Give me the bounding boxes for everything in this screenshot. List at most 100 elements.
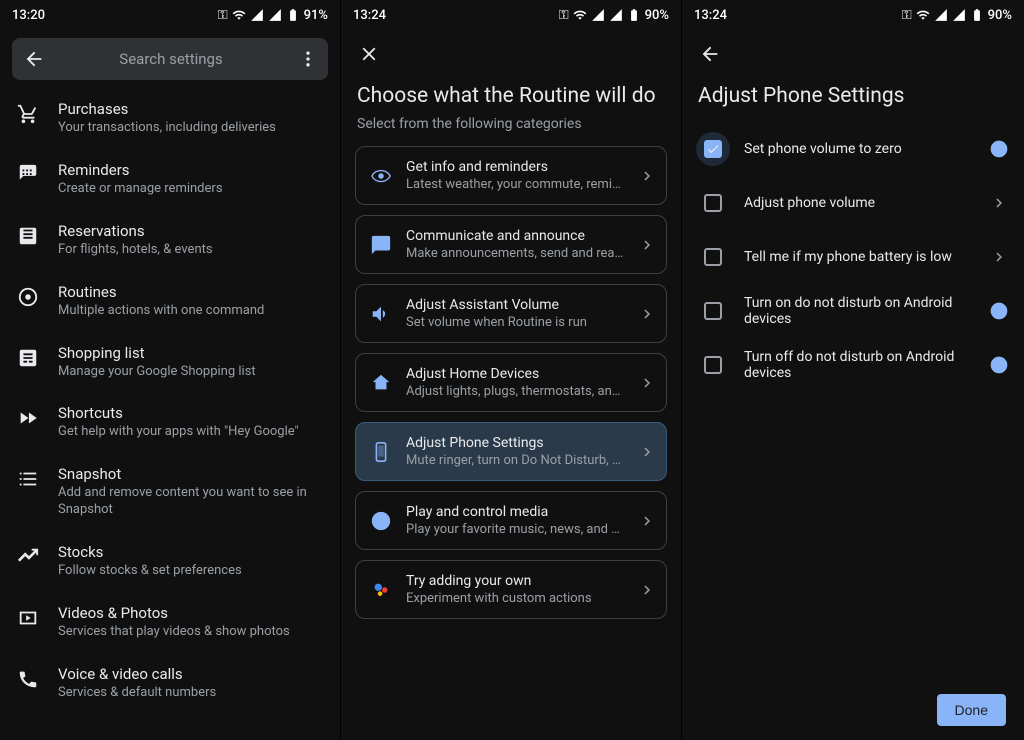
chevron-right-icon [638, 167, 656, 185]
settings-item-sub: Add and remove content you want to see i… [58, 485, 324, 519]
option-row[interactable]: Set phone volume to zero [682, 122, 1024, 176]
settings-list: Purchases Your transactions, including de… [0, 88, 340, 714]
battery-text: 90% [988, 8, 1012, 23]
checkbox[interactable] [704, 356, 722, 374]
card-title: Try adding your own [406, 573, 626, 589]
chevron-right-icon [638, 512, 656, 530]
category-card-get-info-and-reminders[interactable]: Get info and remindersLatest weather, yo… [355, 146, 667, 205]
broadcast-icon [368, 163, 394, 189]
category-card-try-adding-your-own[interactable]: Try adding your ownExperiment with custo… [355, 560, 667, 619]
checkbox[interactable] [704, 140, 722, 158]
battery-text: 90% [645, 8, 669, 23]
info-icon[interactable] [988, 138, 1010, 160]
search-placeholder: Search settings [48, 50, 294, 68]
search-settings-bar[interactable]: Search settings [12, 38, 328, 80]
routines-icon [16, 285, 40, 309]
chevron-right-icon [988, 246, 1010, 268]
card-sub: Make announcements, send and read … [406, 246, 626, 261]
settings-item-shortcuts[interactable]: ShortcutsGet help with your apps with "H… [0, 392, 340, 453]
card-title: Adjust Home Devices [406, 366, 626, 382]
settings-item-title: Videos & Photos [58, 604, 324, 622]
signal-icon-2 [268, 8, 282, 22]
info-icon[interactable] [988, 354, 1010, 376]
card-sub: Mute ringer, turn on Do Not Disturb, a… [406, 453, 626, 468]
done-button[interactable]: Done [937, 694, 1006, 726]
card-title: Get info and reminders [406, 159, 626, 175]
vpn-key-icon: ⚿ [218, 8, 228, 23]
settings-item-title: Purchases [58, 100, 324, 118]
wifi-icon [916, 8, 930, 22]
statusbar: 13:20 ⚿ 91% [0, 0, 340, 30]
settings-item-shopping-list[interactable]: Shopping list Manage your Google Shopping… [0, 332, 340, 393]
checkbox-wrap[interactable] [696, 186, 730, 220]
option-label: Tell me if my phone battery is low [744, 249, 974, 265]
settings-item-title: Reminders [58, 161, 324, 179]
page-title: Choose what the Routine will do [341, 74, 681, 112]
signal-icon-2 [609, 8, 623, 22]
settings-item-snapshot[interactable]: SnapshotAdd and remove content you want … [0, 453, 340, 531]
option-row[interactable]: Tell me if my phone battery is low [682, 230, 1024, 284]
option-row[interactable]: Turn on do not disturb on Android device… [682, 284, 1024, 338]
close-icon[interactable] [355, 40, 383, 68]
settings-item-reservations[interactable]: ReservationsFor flights, hotels, & event… [0, 210, 340, 271]
category-card-communicate-and-announce[interactable]: Communicate and announceMake announcemen… [355, 215, 667, 274]
option-label: Adjust phone volume [744, 195, 974, 211]
option-row[interactable]: Turn off do not disturb on Android devic… [682, 338, 1024, 392]
chat-icon [368, 232, 394, 258]
routine-categories-pane: 13:24 ⚿ 90% Choose what the Routine will… [341, 0, 682, 740]
checkbox-wrap[interactable] [696, 132, 730, 166]
settings-item-voice-video-calls[interactable]: Voice & video callsServices & default nu… [0, 653, 340, 714]
category-cards: Get info and remindersLatest weather, yo… [341, 146, 681, 619]
status-time: 13:20 [12, 8, 45, 23]
back-icon[interactable] [20, 48, 48, 70]
card-sub: Set volume when Routine is run [406, 315, 626, 330]
vpn-key-icon: ⚿ [902, 8, 912, 23]
settings-item-routines[interactable]: RoutinesMultiple actions with one comman… [0, 271, 340, 332]
home-icon [368, 370, 394, 396]
status-icons: ⚿ 90% [902, 8, 1012, 23]
chevron-right-icon [638, 581, 656, 599]
snapshot-icon [16, 467, 40, 491]
settings-item-sub: Services & default numbers [58, 685, 324, 702]
adjust-phone-settings-pane: 13:24 ⚿ 90% Adjust Phone Settings Set ph… [682, 0, 1024, 740]
settings-item-sub: Multiple actions with one command [58, 303, 324, 320]
card-title: Play and control media [406, 504, 626, 520]
category-card-adjust-assistant-volume[interactable]: Adjust Assistant VolumeSet volume when R… [355, 284, 667, 343]
settings-item-stocks[interactable]: StocksFollow stocks & set preferences [0, 531, 340, 592]
checkbox-wrap[interactable] [696, 294, 730, 328]
settings-item-reminders[interactable]: RemindersCreate or manage reminders [0, 149, 340, 210]
settings-item-purchases[interactable]: Purchases Your transactions, including de… [0, 88, 340, 149]
category-card-adjust-home-devices[interactable]: Adjust Home Devices Adjust lights, plugs,… [355, 353, 667, 412]
checkbox[interactable] [704, 194, 722, 212]
card-sub: Adjust lights, plugs, thermostats, and … [406, 384, 626, 399]
status-time: 13:24 [353, 8, 386, 23]
stocks-icon [16, 545, 40, 569]
checkbox[interactable] [704, 248, 722, 266]
info-icon[interactable] [988, 300, 1010, 322]
checkbox-wrap[interactable] [696, 348, 730, 382]
checkbox-wrap[interactable] [696, 240, 730, 274]
category-card-play-and-control-media[interactable]: Play and control media Play your favorite… [355, 491, 667, 550]
statusbar: 13:24 ⚿ 90% [341, 0, 681, 30]
settings-item-title: Shopping list [58, 344, 324, 362]
wifi-icon [232, 8, 246, 22]
category-card-adjust-phone-settings[interactable]: Adjust Phone SettingsMute ringer, turn o… [355, 422, 667, 481]
battery-icon [286, 8, 300, 22]
settings-item-title: Reservations [58, 222, 324, 240]
settings-item-videos-photos[interactable]: Videos & PhotosServices that play videos… [0, 592, 340, 653]
phone-settings-icon [368, 439, 394, 465]
chevron-right-icon [638, 236, 656, 254]
settings-item-sub: Your transactions, including deliveries [58, 120, 324, 137]
cart-icon [16, 102, 40, 126]
option-label: Turn off do not disturb on Android devic… [744, 349, 974, 381]
checkbox[interactable] [704, 302, 722, 320]
settings-item-sub: Manage your Google Shopping list [58, 364, 324, 381]
more-icon[interactable] [294, 49, 322, 69]
phone-icon [16, 667, 40, 691]
option-row[interactable]: Adjust phone volume [682, 176, 1024, 230]
statusbar: 13:24 ⚿ 90% [682, 0, 1024, 30]
card-sub: Play your favorite music, news, and m… [406, 522, 626, 537]
option-label: Turn on do not disturb on Android device… [744, 295, 974, 327]
back-icon[interactable] [696, 40, 724, 68]
status-icons: ⚿ 91% [218, 8, 328, 23]
